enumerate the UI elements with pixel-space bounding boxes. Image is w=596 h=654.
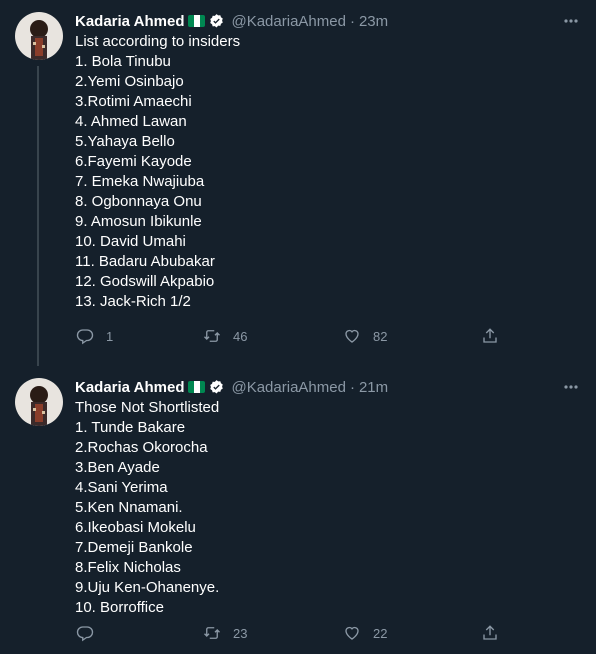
- tweet-text-line: 13. Jack-Rich 1/2: [75, 293, 191, 310]
- tweet-text-line: 7.Demeji Bankole: [75, 539, 193, 556]
- tweet-actions: 1 46 82: [0, 327, 596, 347]
- reply-icon: [76, 329, 94, 345]
- tweet-header: Kadaria Ahmed @KadariaAhmed · 23m: [75, 10, 582, 32]
- tweet-text-line: 3.Rotimi Amaechi: [75, 93, 192, 110]
- tweet-text-line: 7. Emeka Nwajiuba: [75, 173, 205, 190]
- share-button[interactable]: [481, 624, 499, 642]
- like-button[interactable]: 82: [343, 327, 387, 345]
- like-icon: [345, 329, 359, 343]
- reply-count: 1: [106, 328, 114, 344]
- tweet-text-line: 4.Sani Yerima: [75, 479, 168, 496]
- separator-dot: ·: [349, 378, 355, 396]
- retweet-icon: [204, 330, 220, 342]
- verified-badge-icon: [210, 379, 224, 393]
- thread-connector-line: [37, 66, 39, 366]
- tweet-text-line: 8.Felix Nicholas: [75, 559, 181, 576]
- tweet-text-line: Those Not Shortlisted: [75, 399, 220, 416]
- tweet-text-line: 10. Borroffice: [75, 599, 164, 616]
- share-button[interactable]: [481, 327, 499, 345]
- tweet-header: Kadaria Ahmed @KadariaAhmed · 21m: [75, 376, 582, 398]
- tweet-text-line: 1. Bola Tinubu: [75, 53, 171, 70]
- tweet-text-line: 9. Amosun Ibikunle: [75, 213, 202, 230]
- tweet-text-line: List according to insiders: [75, 33, 241, 50]
- tweet[interactable]: Kadaria Ahmed @KadariaAhmed · 23m List a…: [0, 0, 596, 366]
- share-icon: [483, 328, 497, 343]
- tweet-text-line: 4. Ahmed Lawan: [75, 113, 187, 130]
- tweet-text-line: 3.Ben Ayade: [75, 459, 160, 476]
- like-button[interactable]: 22: [343, 624, 387, 642]
- tweet-text-line: 5.Ken Nnamani.: [75, 499, 183, 516]
- reply-icon: [76, 626, 94, 642]
- reply-button[interactable]: [76, 624, 106, 642]
- tweet-thread: Kadaria Ahmed @KadariaAhmed · 23m List a…: [0, 0, 596, 654]
- author-name[interactable]: Kadaria Ahmed: [75, 379, 184, 396]
- avatar[interactable]: [15, 12, 63, 60]
- tweet[interactable]: Kadaria Ahmed @KadariaAhmed · 21m Those …: [0, 366, 596, 654]
- tweet-text: Those Not Shortlisted 1. Tunde Bakare 2.…: [75, 398, 582, 618]
- like-icon: [345, 626, 359, 640]
- tweet-actions: 23 22: [0, 624, 596, 644]
- like-count: 22: [373, 625, 388, 641]
- retweet-count: 46: [233, 328, 248, 344]
- tweet-timestamp[interactable]: 23m: [359, 13, 388, 30]
- tweet-text-line: 5.Yahaya Bello: [75, 133, 175, 150]
- tweet-text-line: 10. David Umahi: [75, 233, 186, 250]
- share-icon: [483, 625, 497, 640]
- tweet-text-line: 8. Ogbonnaya Onu: [75, 193, 202, 210]
- tweet-text: List according to insiders 1. Bola Tinub…: [75, 32, 582, 312]
- retweet-count: 23: [233, 625, 248, 641]
- reply-button[interactable]: 1: [76, 327, 113, 345]
- like-count: 82: [373, 328, 388, 344]
- author-handle[interactable]: @KadariaAhmed: [231, 379, 345, 396]
- nigeria-flag-icon: [188, 381, 206, 393]
- author-handle[interactable]: @KadariaAhmed: [231, 13, 345, 30]
- more-options-icon[interactable]: [560, 378, 582, 396]
- tweet-text-line: 2.Yemi Osinbajo: [75, 73, 184, 90]
- author-name[interactable]: Kadaria Ahmed: [75, 13, 184, 30]
- more-options-icon[interactable]: [560, 12, 582, 30]
- tweet-text-line: 6.Fayemi Kayode: [75, 153, 192, 170]
- separator-dot: ·: [349, 12, 355, 30]
- retweet-icon: [204, 627, 220, 639]
- tweet-text-line: 12. Godswill Akpabio: [75, 273, 215, 290]
- verified-badge-icon: [210, 13, 224, 27]
- tweet-text-line: 1. Tunde Bakare: [75, 419, 186, 436]
- retweet-button[interactable]: 46: [203, 327, 247, 345]
- tweet-text-line: 9.Uju Ken-Ohanenye.: [75, 579, 220, 596]
- avatar[interactable]: [15, 378, 63, 426]
- tweet-text-line: 2.Rochas Okorocha: [75, 439, 208, 456]
- tweet-text-line: 11. Badaru Abubakar: [75, 253, 215, 270]
- retweet-button[interactable]: 23: [203, 624, 247, 642]
- nigeria-flag-icon: [188, 15, 206, 27]
- tweet-timestamp[interactable]: 21m: [359, 379, 388, 396]
- tweet-text-line: 6.Ikeobasi Mokelu: [75, 519, 196, 536]
